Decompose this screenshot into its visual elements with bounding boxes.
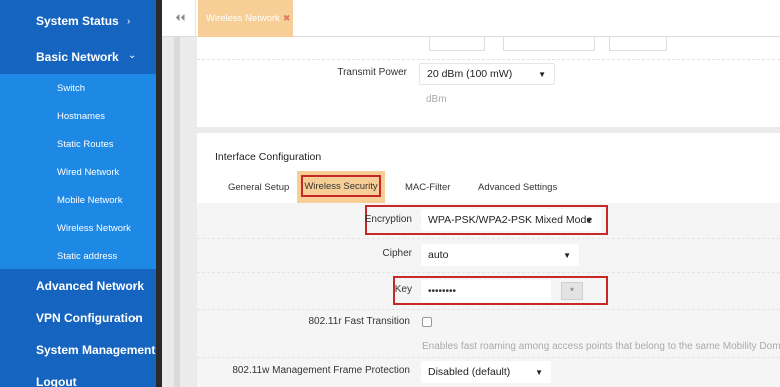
transmit-power-select[interactable]: 20 dBm (100 mW) ▼ <box>419 63 555 85</box>
sidebar-item-label: Hostnames <box>57 110 106 122</box>
key-password-input[interactable]: •••••••• <box>421 280 551 302</box>
nav-label: Advanced Network <box>36 279 145 293</box>
mfp-select[interactable]: Disabled (default) ▼ <box>421 361 551 383</box>
chevron-right-icon: › <box>133 280 137 292</box>
tab-mac-filter[interactable]: MAC-Filter <box>405 182 450 193</box>
tab-advanced-settings[interactable]: Advanced Settings <box>478 182 557 193</box>
chevron-down-icon: ▼ <box>535 367 543 377</box>
divider <box>197 272 780 273</box>
select-value: Disabled (default) <box>428 366 511 378</box>
sidebar-item-static-address[interactable]: Static address <box>0 242 156 270</box>
nav-system-status[interactable]: System Status › <box>0 4 156 38</box>
main-content: Transmit Power 20 dBm (100 mW) ▼ dBm Int… <box>162 37 780 387</box>
nav-vpn-configuration[interactable]: VPN Configuration › <box>0 301 156 335</box>
mfp-label: 802.11w Management Frame Protection <box>232 365 410 376</box>
content-scrollbar[interactable] <box>174 37 180 387</box>
sidebar: System Status › Basic Network ⌄ Switch H… <box>0 0 162 387</box>
fast-transition-label: 802.11r Fast Transition <box>308 316 410 327</box>
select-value: WPA-PSK/WPA2-PSK Mixed Mode <box>428 214 593 226</box>
chevron-down-icon: ▼ <box>563 250 571 260</box>
fast-transition-checkbox[interactable] <box>422 317 432 327</box>
divider <box>197 238 780 239</box>
transmit-power-help: dBm <box>426 94 447 105</box>
sidebar-item-label: Static Routes <box>57 138 114 150</box>
section-title: Interface Configuration <box>215 151 322 163</box>
partial-field <box>609 37 667 51</box>
sidebar-item-mobile-network[interactable]: Mobile Network <box>0 186 156 214</box>
sidebar-item-hostnames[interactable]: Hostnames <box>0 102 156 130</box>
key-label: Key <box>394 284 412 295</box>
encryption-select[interactable]: WPA-PSK/WPA2-PSK Mixed Mode ▼ <box>421 209 601 231</box>
tab-general-setup[interactable]: General Setup <box>228 182 289 193</box>
chevron-down-icon: ⌄ <box>128 50 137 61</box>
nav-label: System Management <box>36 343 156 357</box>
divider <box>197 59 780 60</box>
sidebar-item-label: Static address <box>57 250 118 262</box>
chevron-right-icon: › <box>133 312 137 324</box>
radio-settings-panel: Transmit Power 20 dBm (100 mW) ▼ dBm <box>197 37 780 127</box>
divider <box>197 357 780 358</box>
nav-basic-network[interactable]: Basic Network ⌄ <box>0 40 156 74</box>
nav-label: VPN Configuration <box>36 311 143 325</box>
tab-bar: ⏴⏴ Wireless Network ✖ <box>162 0 780 37</box>
chevron-right-icon: › <box>127 15 131 27</box>
sidebar-item-label: Mobile Network <box>57 194 123 206</box>
tab-wireless-network[interactable]: Wireless Network ✖ <box>198 0 293 37</box>
divider <box>197 309 780 310</box>
sidebar-item-static-routes[interactable]: Static Routes <box>0 130 156 158</box>
sidebar-item-wireless-network[interactable]: Wireless Network <box>0 214 156 242</box>
password-value: •••••••• <box>428 285 457 297</box>
sidebar-item-wired-network[interactable]: Wired Network <box>0 158 156 186</box>
nav-label: Logout <box>36 375 77 387</box>
nav-advanced-network[interactable]: Advanced Network › <box>0 269 156 303</box>
encryption-label: Encryption <box>364 214 412 225</box>
partial-field <box>503 37 595 51</box>
sidebar-item-label: Wired Network <box>57 166 120 178</box>
close-icon[interactable]: ✖ <box>283 13 291 24</box>
chevron-down-icon: ▼ <box>585 215 593 225</box>
tab-label: Wireless Network <box>206 13 280 24</box>
sidebar-item-label: Switch <box>57 82 85 94</box>
nav-label: System Status <box>36 14 119 28</box>
nav-label: Basic Network <box>36 50 119 64</box>
reveal-password-button[interactable]: * <box>561 282 583 300</box>
transmit-power-label: Transmit Power <box>337 67 407 78</box>
partial-field <box>429 37 485 51</box>
interface-configuration-panel: Interface Configuration General Setup Wi… <box>197 133 780 387</box>
tab-wireless-security[interactable]: Wireless Security <box>297 171 385 203</box>
fast-transition-help: Enables fast roaming among access points… <box>422 341 780 352</box>
nav-logout[interactable]: Logout <box>0 365 156 387</box>
sidebar-item-switch[interactable]: Switch <box>0 74 156 102</box>
sidebar-item-label: Wireless Network <box>57 222 131 234</box>
cipher-label: Cipher <box>382 248 412 259</box>
tab-scroll-left-icon[interactable]: ⏴⏴ <box>166 0 196 37</box>
cipher-select[interactable]: auto ▼ <box>421 244 579 266</box>
chevron-down-icon: ▼ <box>538 69 546 79</box>
select-value: 20 dBm (100 mW) <box>427 68 513 80</box>
nav-system-management[interactable]: System Management <box>0 333 156 367</box>
tab-label: Wireless Security <box>301 175 381 197</box>
select-value: auto <box>428 249 449 261</box>
